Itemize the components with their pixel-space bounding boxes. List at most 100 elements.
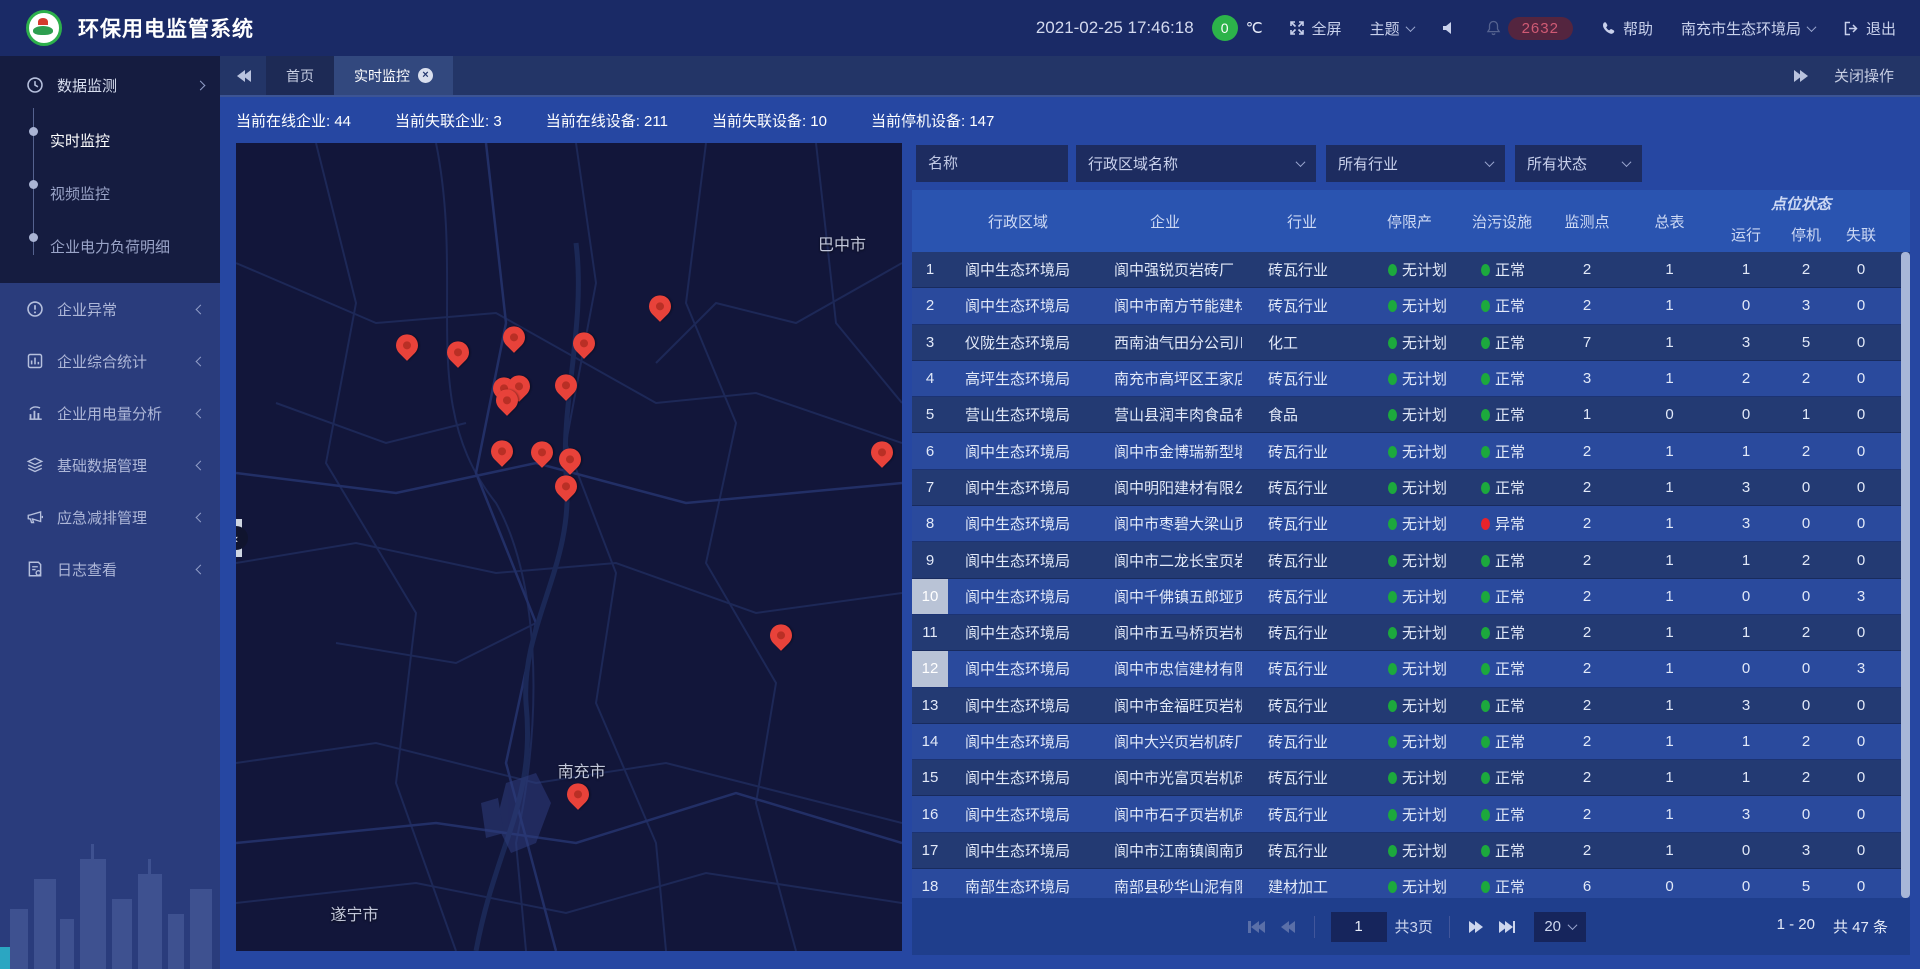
- cell-run-count: 3: [1712, 515, 1780, 532]
- map-pin-icon[interactable]: [770, 624, 792, 646]
- help-button[interactable]: 帮助: [1601, 18, 1653, 39]
- map-pin-icon[interactable]: [573, 332, 595, 354]
- sidebar-item-6[interactable]: 日志查看: [0, 543, 220, 595]
- power-chart-icon: [26, 404, 44, 422]
- sidebar-item-1[interactable]: 企业异常: [0, 283, 220, 335]
- table-row[interactable]: 9阆中生态环境局阆中市二龙长宝页岩砖砖瓦行业无计划正常21120: [912, 542, 1910, 578]
- org-dropdown[interactable]: 南充市生态环境局: [1681, 18, 1815, 39]
- tabs-scroll-right-button double-chevron-right-icon[interactable]: [1796, 70, 1808, 82]
- cell-production-status: 无计划: [1362, 368, 1457, 389]
- status-dot-icon: [1388, 772, 1397, 784]
- megaphone-icon: [26, 508, 44, 526]
- table-scrollbar[interactable]: [1901, 252, 1910, 898]
- sidebar-item-0[interactable]: 数据监测: [0, 56, 220, 114]
- industry-select[interactable]: 所有行业: [1326, 145, 1505, 182]
- sidebar-item-5[interactable]: 应急减排管理: [0, 491, 220, 543]
- panel-collapse-handle[interactable]: ‹: [236, 519, 242, 557]
- table-row[interactable]: 3仪陇生态环境局西南油气田分公司川中化工无计划正常71350: [912, 325, 1910, 361]
- cell-region: 阆中生态环境局: [948, 767, 1088, 788]
- alarm-area[interactable]: 2632: [1486, 17, 1573, 40]
- row-index: 11: [912, 615, 948, 650]
- tab-close-icon[interactable]: ×: [418, 68, 433, 83]
- status-dot-icon: [1388, 881, 1397, 893]
- table-row[interactable]: 5营山生态环境局营山县润丰肉食品有限食品无计划正常10010: [912, 397, 1910, 433]
- stat-item: 当前失联设备: 10: [712, 110, 827, 131]
- table-row[interactable]: 13阆中生态环境局阆中市金福旺页岩机砖砖瓦行业无计划正常21300: [912, 688, 1910, 724]
- cell-industry: 建材加工: [1242, 876, 1362, 897]
- sidebar-subitem[interactable]: 实时监控: [0, 114, 220, 167]
- map-pin-icon[interactable]: [491, 440, 513, 462]
- row-index: 1: [912, 252, 948, 287]
- map-pin-icon[interactable]: [871, 441, 893, 463]
- header-industry: 行业: [1242, 190, 1362, 252]
- fullscreen-button[interactable]: 全屏: [1289, 18, 1342, 39]
- name-search-input[interactable]: [916, 145, 1068, 182]
- cell-production-status: 无计划: [1362, 658, 1457, 679]
- cell-production-status: 无计划: [1362, 840, 1457, 861]
- table-row[interactable]: 1阆中生态环境局阆中强锐页岩砖厂砖瓦行业无计划正常21120: [912, 252, 1910, 288]
- table-row[interactable]: 10阆中生态环境局阆中千佛镇五郎垭页岩砖瓦行业无计划正常21003: [912, 579, 1910, 615]
- cell-facility-status: 正常: [1457, 477, 1547, 498]
- table-row[interactable]: 8阆中生态环境局阆中市枣碧大梁山页岩砖瓦行业无计划异常21300: [912, 506, 1910, 542]
- table-row[interactable]: 18南部生态环境局南部县砂华山泥有限公建材加工无计划正常60050: [912, 869, 1910, 898]
- table-row[interactable]: 11阆中生态环境局阆中市五马桥页岩机砖砖瓦行业无计划正常21120: [912, 615, 1910, 651]
- table-row[interactable]: 4高坪生态环境局南充市高坪区王家店建砖瓦行业无计划正常31220: [912, 361, 1910, 397]
- last-page-button[interactable]: [1501, 921, 1516, 933]
- row-index: 2: [912, 288, 948, 323]
- bell-icon: [1486, 20, 1501, 36]
- map-pin-icon[interactable]: [555, 374, 577, 396]
- cell-lost-count: 0: [1832, 842, 1890, 859]
- sidebar-item-3[interactable]: 企业用电量分析: [0, 387, 220, 439]
- sidebar-subitem[interactable]: 视频监控: [0, 167, 220, 220]
- first-page-button[interactable]: [1248, 921, 1263, 933]
- map-pin-icon[interactable]: [559, 449, 581, 471]
- table-row[interactable]: 15阆中生态环境局阆中市光富页岩机砖厂砖瓦行业无计划正常21120: [912, 760, 1910, 796]
- table-row[interactable]: 14阆中生态环境局阆中大兴页岩机砖厂砖瓦行业无计划正常21120: [912, 724, 1910, 760]
- logout-button[interactable]: 退出: [1843, 18, 1896, 39]
- table-row[interactable]: 6阆中生态环境局阆中市金博瑞新型墙材砖瓦行业无计划正常21120: [912, 433, 1910, 469]
- region-select[interactable]: 行政区域名称: [1076, 145, 1316, 182]
- page-number-input[interactable]: [1331, 912, 1387, 942]
- tab-home[interactable]: 首页: [266, 56, 334, 95]
- map-pin-icon[interactable]: [567, 783, 589, 805]
- map-pin-icon[interactable]: [447, 341, 469, 363]
- header-region: 行政区域: [948, 190, 1088, 252]
- tab-realtime-monitor[interactable]: 实时监控 ×: [334, 56, 453, 95]
- status-select[interactable]: 所有状态: [1515, 145, 1642, 182]
- map-pin-icon[interactable]: [496, 390, 518, 412]
- cell-monitor-count: 2: [1547, 515, 1627, 532]
- table-row[interactable]: 7阆中生态环境局阆中明阳建材有限公司砖瓦行业无计划正常21300: [912, 470, 1910, 506]
- cell-region: 阆中生态环境局: [948, 441, 1088, 462]
- status-dot-icon: [1388, 300, 1397, 312]
- table-row[interactable]: 17阆中生态环境局阆中市江南镇阆南页岩砖瓦行业无计划正常21030: [912, 833, 1910, 869]
- sidebar-item-2[interactable]: 企业综合统计: [0, 335, 220, 387]
- skyline-decoration: [0, 819, 220, 969]
- cell-stop-count: 5: [1780, 334, 1832, 351]
- sidebar-subitem[interactable]: 企业电力负荷明细: [0, 220, 220, 273]
- map-pin-icon[interactable]: [649, 295, 671, 317]
- table-row[interactable]: 2阆中生态环境局阆中市南方节能建材有砖瓦行业无计划正常21030: [912, 288, 1910, 324]
- cell-production-status: 无计划: [1362, 295, 1457, 316]
- cell-facility-status: 正常: [1457, 658, 1547, 679]
- theme-dropdown[interactable]: 主题: [1370, 18, 1414, 39]
- status-dot-icon: [1388, 700, 1397, 712]
- mute-button[interactable]: [1442, 21, 1458, 35]
- close-operations-button[interactable]: 关闭操作: [1834, 65, 1894, 86]
- chevron-down-icon: [1405, 22, 1415, 32]
- tabs-scroll-left-button[interactable]: [220, 56, 266, 95]
- map-pin-icon[interactable]: [503, 326, 525, 348]
- sidebar-item-4[interactable]: 基础数据管理: [0, 439, 220, 491]
- page-size-select[interactable]: 20: [1534, 912, 1586, 942]
- map-pin-icon[interactable]: [531, 441, 553, 463]
- table-row[interactable]: 12阆中生态环境局阆中市忠信建材有限公砖瓦行业无计划正常21003: [912, 651, 1910, 687]
- cell-monitor-count: 2: [1547, 769, 1627, 786]
- prev-page-button[interactable]: [1281, 921, 1293, 933]
- map-canvas[interactable]: 巴中市南充市遂宁市 ‹: [236, 143, 902, 951]
- map-pin-icon[interactable]: [396, 334, 418, 356]
- cell-run-count: 3: [1712, 697, 1780, 714]
- status-dot-icon: [1481, 446, 1490, 458]
- table-row[interactable]: 16阆中生态环境局阆中市石子页岩机砖厂砖瓦行业无计划正常21300: [912, 796, 1910, 832]
- cell-stop-count: 0: [1780, 660, 1832, 677]
- map-pin-icon[interactable]: [555, 475, 577, 497]
- next-page-button[interactable]: [1471, 921, 1483, 933]
